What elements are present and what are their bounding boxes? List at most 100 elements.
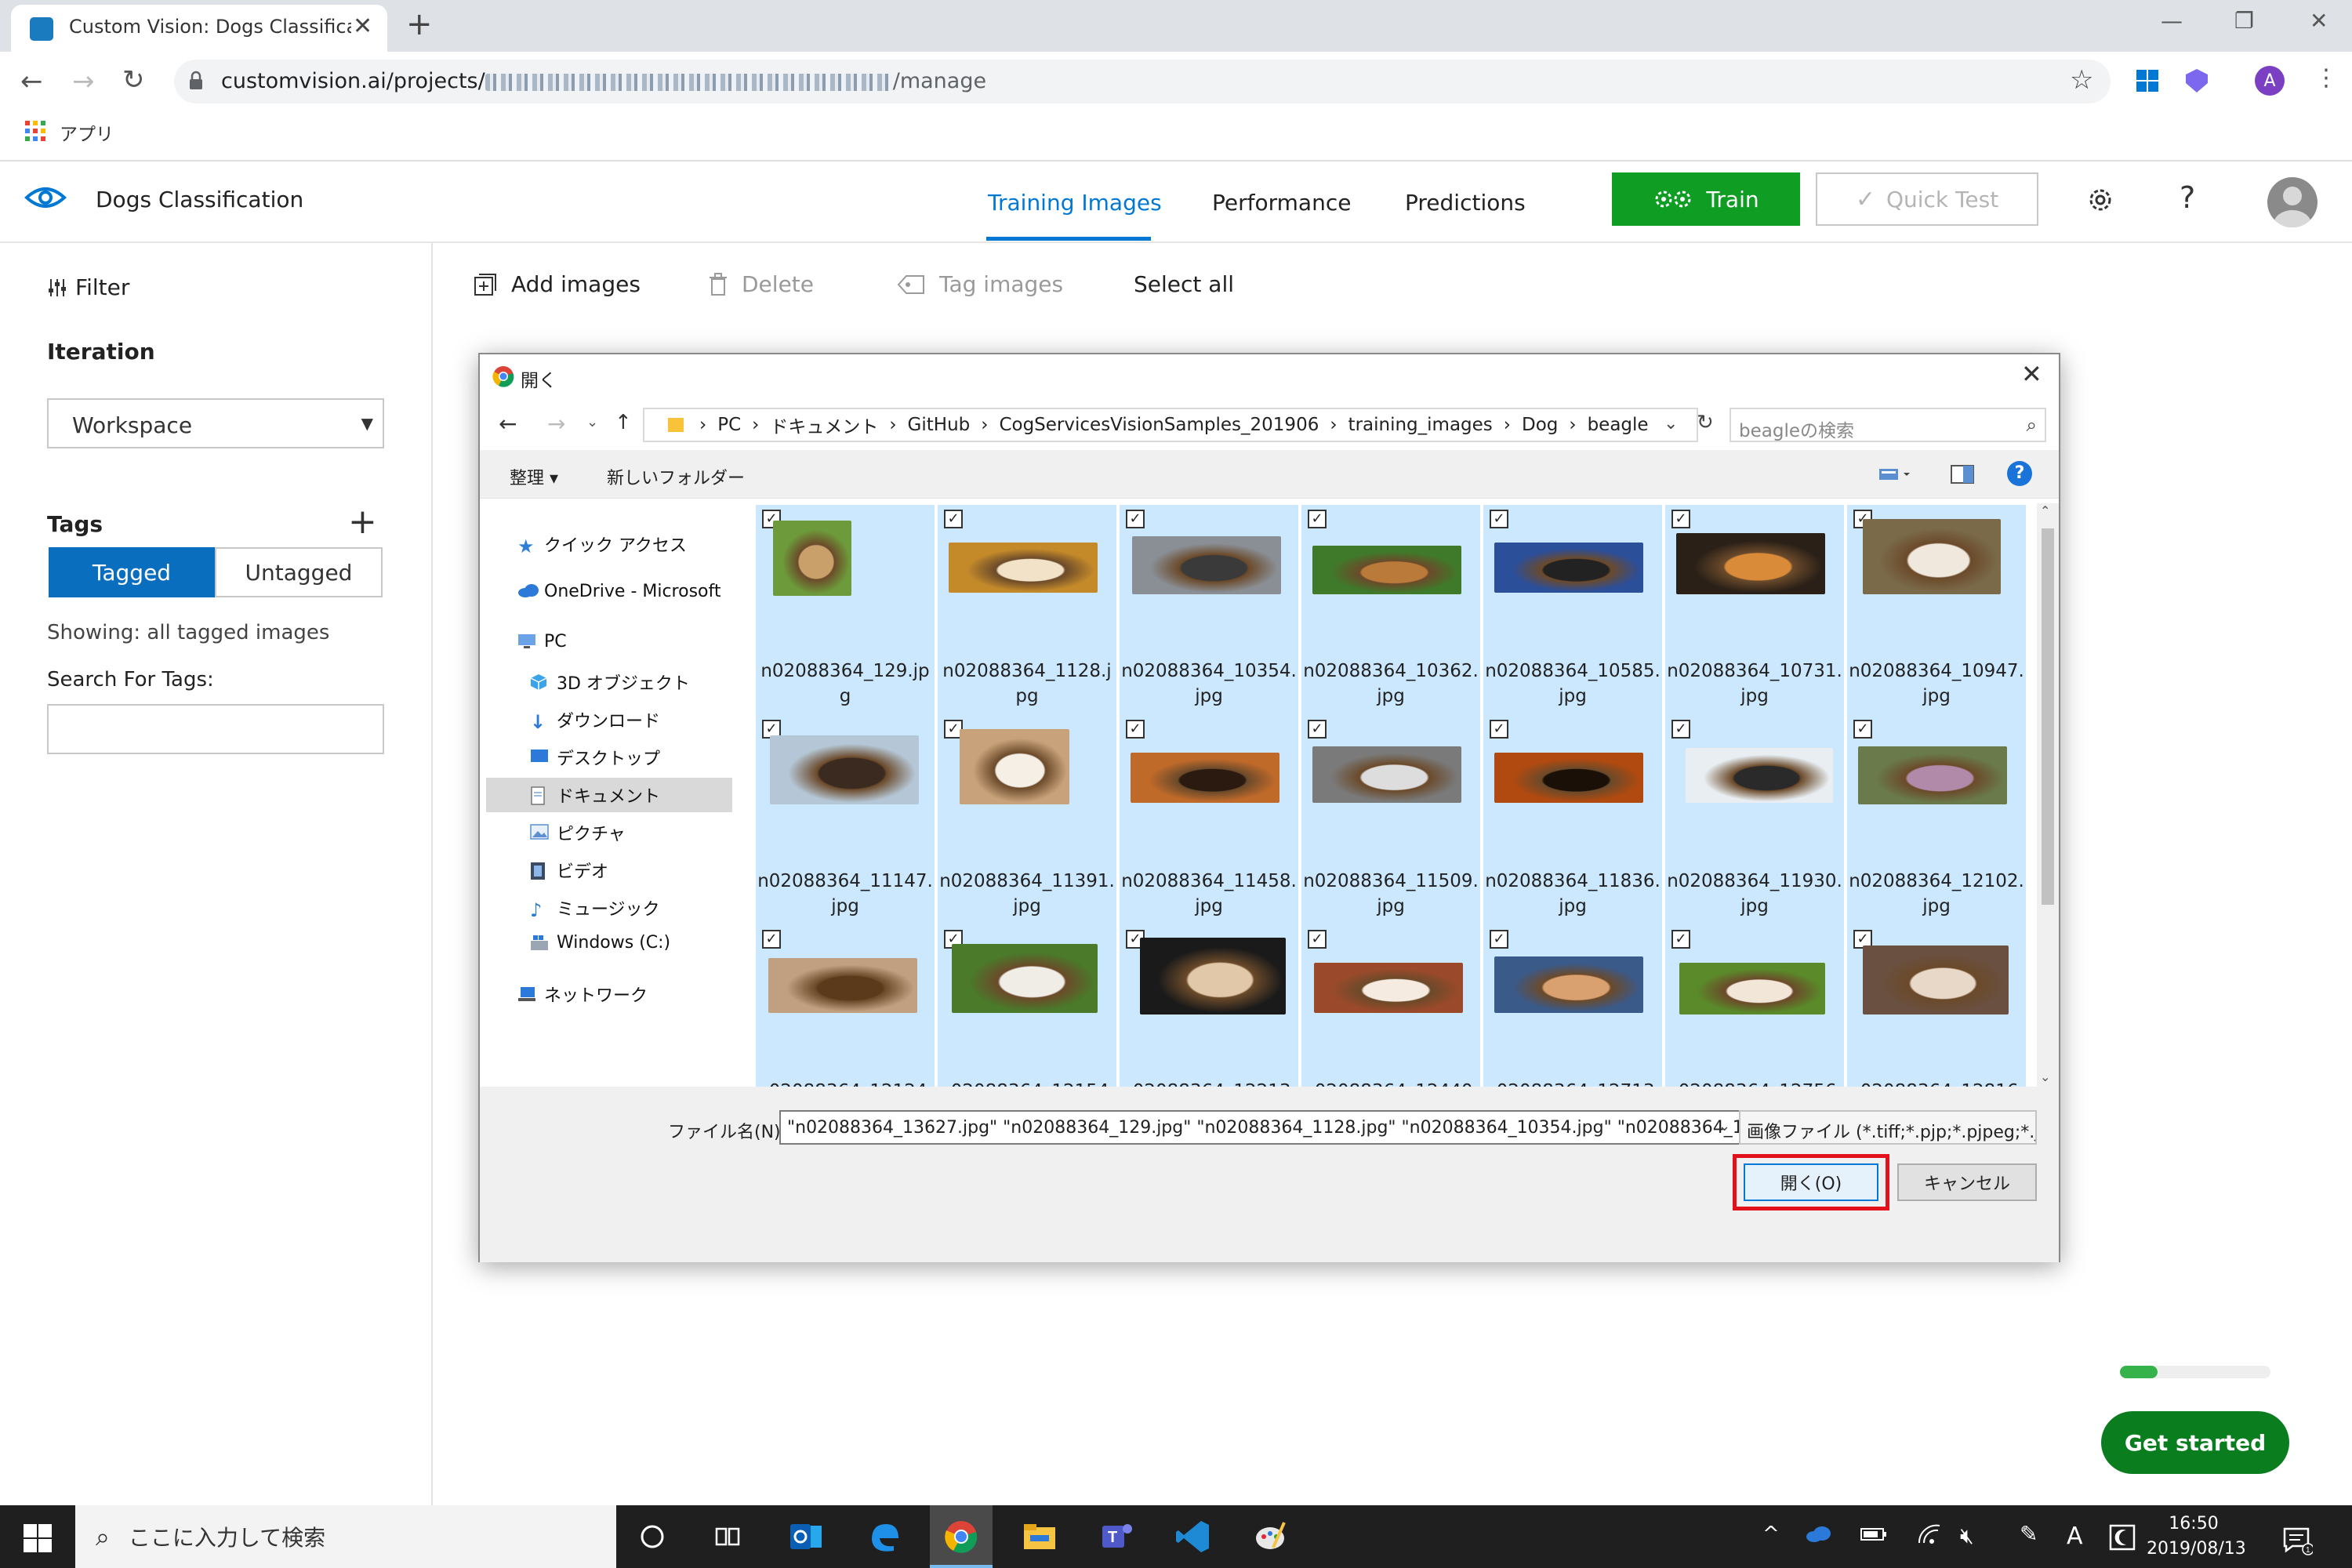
profile-avatar[interactable]: A	[2255, 66, 2285, 96]
tag-images-button[interactable]: Tag images	[897, 271, 1063, 297]
dialog-back-icon[interactable]: ←	[499, 411, 517, 437]
breadcrumb[interactable]: › PC › ドキュメント › GitHub › CogServicesVisionS…	[643, 408, 1698, 442]
file-thumbnail[interactable]: ✓n02088364_12816.jpg	[1847, 925, 2026, 1087]
scroll-up-icon[interactable]: ⌃	[2040, 503, 2050, 518]
apps-bookmark-label[interactable]: アプリ	[60, 119, 114, 146]
untagged-toggle[interactable]: Untagged	[215, 547, 383, 597]
crumb-dog[interactable]: Dog	[1522, 415, 1558, 435]
up-folder-icon[interactable]: ↑	[615, 411, 632, 434]
file-checkbox[interactable]: ✓	[1308, 930, 1327, 949]
file-thumbnail[interactable]: ✓ n02088364_10585.jpg	[1483, 505, 1662, 715]
extension-shield-icon[interactable]	[2184, 67, 2209, 94]
file-thumbnail[interactable]: ✓ n02088364_11391.jpg	[938, 715, 1116, 925]
file-checkbox[interactable]: ✓	[1853, 720, 1872, 739]
nav-3d-objects[interactable]: 3D オブジェクト	[530, 670, 690, 695]
file-checkbox[interactable]: ✓	[1671, 510, 1690, 528]
task-view-icon[interactable]	[707, 1516, 748, 1557]
nav-pc[interactable]: PC	[517, 632, 567, 652]
breadcrumb-dropdown-icon[interactable]: ⌄	[1664, 414, 1678, 434]
view-options-icon[interactable]	[1878, 466, 1910, 483]
window-close-icon[interactable]: ✕	[2310, 8, 2328, 34]
file-thumbnail[interactable]: ✓ n02088364_11147.jpg	[756, 715, 935, 925]
open-button[interactable]: 開く(O)	[1744, 1163, 1878, 1201]
file-thumbnail[interactable]: ✓ n02088364_11930.jpg	[1665, 715, 1844, 925]
nav-pictures[interactable]: ピクチャ	[530, 820, 626, 845]
file-checkbox[interactable]: ✓	[1308, 510, 1327, 528]
user-avatar[interactable]	[2267, 177, 2318, 227]
file-checkbox[interactable]: ✓	[762, 930, 781, 949]
file-checkbox[interactable]: ✓	[1671, 720, 1690, 739]
file-explorer-icon[interactable]	[1019, 1516, 1060, 1557]
scrollbar-thumb[interactable]	[2042, 528, 2054, 905]
file-thumbnail[interactable]: ✓ n02088364_12440.jpg	[1301, 925, 1480, 1087]
file-thumbnail[interactable]: ✓n02088364_10947.jpg	[1847, 505, 2026, 715]
file-thumbnail[interactable]: ✓ n02088364_12713.jpg	[1483, 925, 1662, 1087]
battery-icon[interactable]	[1860, 1524, 1888, 1552]
organize-button[interactable]: 整理 ▾	[510, 464, 558, 489]
tagged-toggle[interactable]: Tagged	[49, 547, 215, 597]
browser-tab[interactable]: Custom Vision: Dogs Classificatio ✕	[11, 5, 387, 52]
file-checkbox[interactable]: ✓	[944, 510, 963, 528]
action-center-icon[interactable]: 1	[2281, 1524, 2313, 1555]
file-checkbox[interactable]: ✓	[1490, 720, 1508, 739]
ime-mode-icon[interactable]	[2109, 1524, 2136, 1551]
crumb-documents[interactable]: ドキュメント	[770, 412, 878, 438]
teams-icon[interactable]: T	[1096, 1516, 1137, 1557]
volume-muted-icon[interactable]: 🔇︎	[1960, 1523, 1974, 1549]
back-icon[interactable]: ←	[20, 66, 43, 97]
quick-test-button[interactable]: ✓ Quick Test	[1816, 172, 2038, 226]
new-folder-button[interactable]: 新しいフォルダー	[607, 464, 745, 489]
nav-music[interactable]: ♪ ミュージック	[530, 895, 660, 921]
file-checkbox[interactable]: ✓	[1308, 720, 1327, 739]
apps-grid-icon[interactable]	[25, 121, 45, 141]
file-checkbox[interactable]: ✓	[1490, 930, 1508, 949]
bookmark-star-icon[interactable]: ☆	[2070, 64, 2093, 96]
taskbar-search-box[interactable]: ⌕ ここに入力して検索	[75, 1505, 616, 1568]
file-thumbnail[interactable]: ✓ n02088364_11458.jpg	[1120, 715, 1298, 925]
nav-windows-c[interactable]: Windows (C:)	[530, 933, 670, 953]
help-icon[interactable]: ?	[2180, 180, 2195, 215]
select-all-button[interactable]: Select all	[1134, 271, 1234, 297]
paint-icon[interactable]	[1250, 1516, 1290, 1557]
file-thumbnail[interactable]: ✓ n02088364_10354.jpg	[1120, 505, 1298, 715]
tab-predictions[interactable]: Predictions	[1405, 190, 1526, 216]
restore-icon[interactable]: ❐	[2234, 8, 2254, 34]
dialog-help-icon[interactable]: ?	[2007, 461, 2032, 486]
nav-onedrive[interactable]: OneDrive - Microsoft	[517, 582, 721, 601]
crumb-beagle[interactable]: beagle	[1588, 415, 1649, 435]
minimize-icon[interactable]: —	[2161, 8, 2183, 34]
vscode-icon[interactable]	[1173, 1516, 1214, 1557]
onedrive-tray-icon[interactable]	[1805, 1524, 1833, 1552]
cortana-icon[interactable]	[632, 1516, 673, 1557]
file-checkbox[interactable]: ✓	[1126, 510, 1145, 528]
crumb-github[interactable]: GitHub	[908, 415, 971, 435]
refresh-icon[interactable]: ↻	[1697, 411, 1714, 434]
custom-vision-eye-icon[interactable]	[24, 183, 67, 212]
file-checkbox[interactable]: ✓	[1126, 720, 1145, 739]
crumb-pc[interactable]: PC	[717, 415, 741, 435]
pen-icon[interactable]: ✎	[2020, 1521, 2038, 1547]
filter-button[interactable]: Filter	[47, 274, 129, 300]
crumb-samples[interactable]: CogServicesVisionSamples_201906	[999, 415, 1319, 435]
get-started-button[interactable]: Get started	[2101, 1411, 2289, 1474]
scroll-down-icon[interactable]: ⌄	[2040, 1069, 2050, 1084]
add-images-button[interactable]: Add images	[474, 271, 641, 297]
file-checkbox[interactable]: ✓	[1671, 930, 1690, 949]
browser-menu-icon[interactable]: ⋮	[2314, 64, 2338, 92]
edge-icon[interactable]	[864, 1516, 905, 1557]
windows-start-icon[interactable]	[24, 1524, 52, 1552]
file-thumbnail[interactable]: ✓ n02088364_10731.jpg	[1665, 505, 1844, 715]
file-thumbnail[interactable]: ✓ n02088364_12102.jpg	[1847, 715, 2026, 925]
recent-dropdown-icon[interactable]: ⌄	[586, 414, 598, 430]
filename-input[interactable]: "n02088364_13627.jpg" "n02088364_129.jpg…	[779, 1110, 1744, 1145]
search-tags-input[interactable]	[47, 704, 384, 754]
show-hidden-icons-icon[interactable]: ^	[1762, 1523, 1780, 1546]
delete-button[interactable]: Delete	[709, 271, 814, 297]
nav-documents[interactable]: ドキュメント	[530, 782, 660, 808]
new-tab-icon[interactable]: +	[406, 6, 433, 42]
file-thumbnail[interactable]: ✓n02088364_12213.jpg	[1120, 925, 1298, 1087]
file-thumbnail[interactable]: ✓n02088364_12154.jpg	[938, 925, 1116, 1087]
dialog-forward-icon[interactable]: →	[547, 411, 565, 437]
train-button[interactable]: Train	[1612, 172, 1800, 226]
crumb-training-images[interactable]: training_images	[1348, 415, 1493, 435]
